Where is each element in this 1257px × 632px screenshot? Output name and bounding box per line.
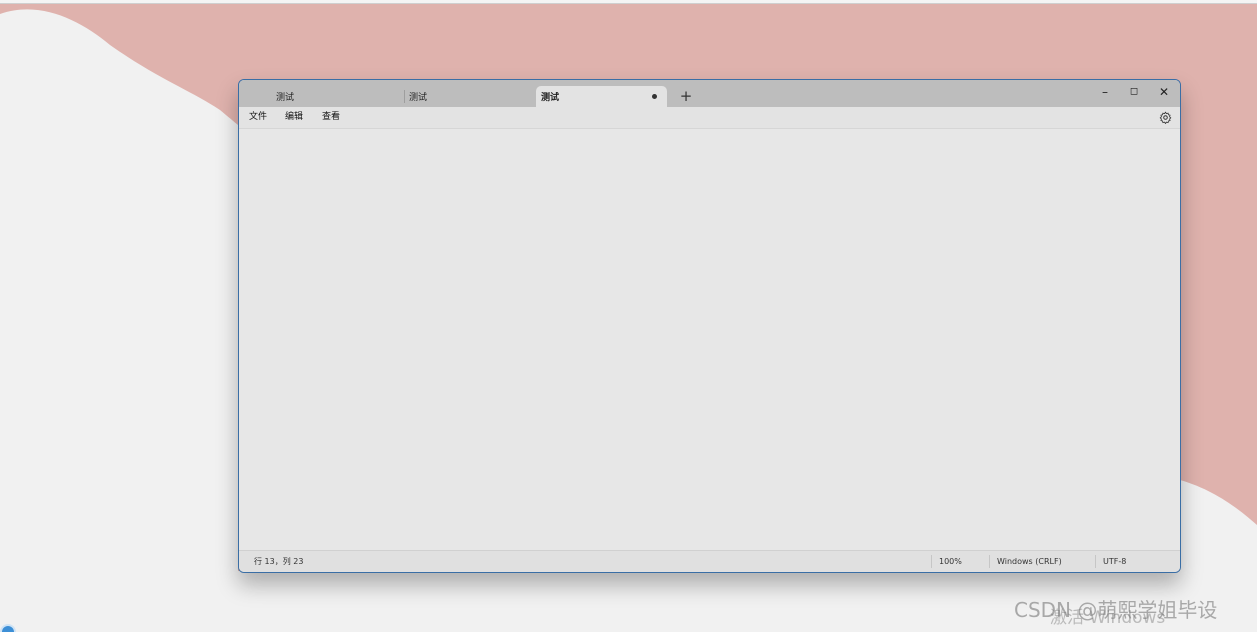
tab-3-active[interactable]: 测试: [536, 86, 667, 107]
csdn-watermark: CSDN @萌熙学姐毕设: [1014, 598, 1218, 622]
menu-file[interactable]: 文件: [249, 111, 267, 124]
status-separator: [931, 555, 932, 568]
encoding[interactable]: UTF-8: [1103, 557, 1126, 567]
new-tab-button[interactable]: +: [679, 89, 693, 104]
zoom-level[interactable]: 100%: [939, 557, 962, 567]
tab-label: 测试: [409, 93, 428, 103]
menubar: 文件 编辑 查看: [239, 107, 1180, 129]
unsaved-dot-icon[interactable]: [652, 94, 657, 99]
status-separator: [1095, 555, 1096, 568]
tab-1[interactable]: 测试: [276, 86, 396, 107]
minimize-button[interactable]: –: [1093, 84, 1117, 100]
notepad-window: 测试 测试 测试 + – ◻ ✕ 文件 编辑 查看 行 13，列 23 100%…: [238, 79, 1181, 573]
line-ending[interactable]: Windows (CRLF): [997, 557, 1062, 567]
menu-edit[interactable]: 编辑: [285, 111, 303, 124]
tab-2[interactable]: 测试: [409, 86, 529, 107]
close-button[interactable]: ✕: [1152, 84, 1176, 100]
gear-icon[interactable]: [1159, 111, 1172, 124]
desktop: 测试 测试 测试 + – ◻ ✕ 文件 编辑 查看 行 13，列 23 100%…: [0, 0, 1257, 632]
tab-label: 测试: [276, 93, 295, 103]
status-separator: [989, 555, 990, 568]
tab-separator: [404, 90, 405, 103]
tab-label: 测试: [541, 93, 560, 103]
menu-view[interactable]: 查看: [322, 111, 340, 124]
titlebar: 测试 测试 测试 + – ◻ ✕: [239, 80, 1180, 107]
maximize-button[interactable]: ◻: [1122, 84, 1146, 100]
text-editor-area[interactable]: [239, 129, 1180, 551]
cursor-position: 行 13，列 23: [254, 557, 304, 566]
statusbar: 行 13，列 23 100% Windows (CRLF) UTF-8: [239, 550, 1180, 572]
